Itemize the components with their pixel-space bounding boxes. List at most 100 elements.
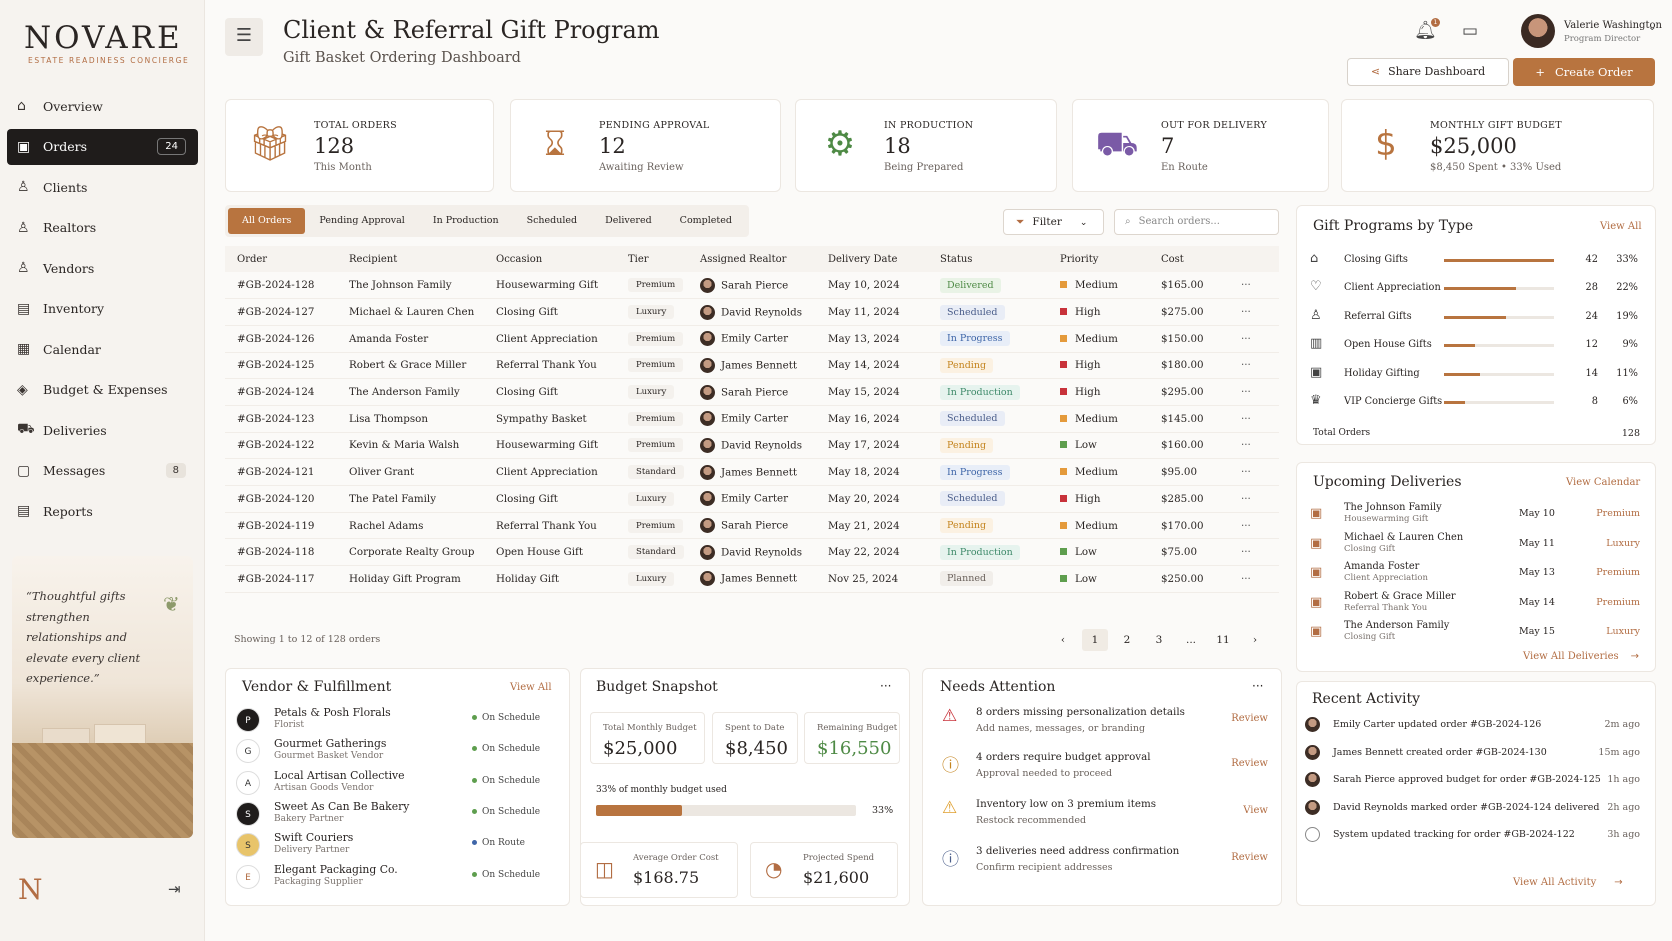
chevron-down-icon[interactable]: ⌄	[1648, 22, 1656, 33]
order-id[interactable]: #GB-2024-120	[225, 485, 337, 513]
create-order-button[interactable]: + Create Order	[1513, 58, 1655, 86]
gift-program-row[interactable]: ♡ Client Appreciation 28 22%	[1310, 279, 1652, 299]
more-icon[interactable]: ···	[1241, 333, 1251, 345]
table-row[interactable]: #GB-2024-125 Robert & Grace Miller Referra…	[225, 352, 1279, 380]
table-row[interactable]: #GB-2024-117 Holiday Gift Program Holiday …	[225, 565, 1279, 593]
prev-page-icon[interactable]: ‹	[1050, 629, 1076, 651]
order-id[interactable]: #GB-2024-117	[225, 565, 337, 593]
order-id[interactable]: #GB-2024-118	[225, 538, 337, 567]
table-row[interactable]: #GB-2024-124 The Anderson Family Closing G…	[225, 378, 1279, 406]
column-header[interactable]: Occasion	[484, 246, 616, 272]
more-icon[interactable]: ···	[1241, 413, 1251, 425]
page-button[interactable]: 3	[1146, 629, 1172, 651]
chat-icon[interactable]: ▭	[1462, 21, 1478, 41]
more-icon[interactable]: ···	[1241, 439, 1251, 451]
gift-program-row[interactable]: ♛ VIP Concierge Gifts 8 6%	[1310, 393, 1652, 413]
table-row[interactable]: #GB-2024-122 Kevin & Maria Walsh Housewarm…	[225, 432, 1279, 460]
order-id[interactable]: #GB-2024-125	[225, 352, 337, 380]
gift-program-row[interactable]: ▥ Open House Gifts 12 9%	[1310, 336, 1652, 356]
sidebar-item-reports[interactable]: ▤ Reports	[7, 493, 198, 529]
avatar[interactable]	[1521, 14, 1555, 48]
sidebar-item-clients[interactable]: ♙ Clients	[7, 169, 198, 205]
more-icon[interactable]: ···	[1241, 493, 1251, 505]
column-header[interactable]: Status	[928, 246, 1048, 272]
tab-pending-approval[interactable]: Pending Approval	[305, 208, 418, 234]
sidebar-item-messages[interactable]: ▢ Messages 8	[7, 453, 198, 489]
tab-in-production[interactable]: In Production	[419, 208, 513, 234]
vendor-item[interactable]: S Sweet As Can Be Bakery Bakery Partner On …	[236, 800, 561, 828]
search-input[interactable]: ⌕ Search orders...	[1114, 209, 1279, 235]
next-page-icon[interactable]: ›	[1242, 629, 1268, 651]
vendor-item[interactable]: P Petals & Posh Florals Florist On Schedule	[236, 706, 561, 734]
menu-icon[interactable]: ☰	[225, 18, 263, 56]
column-header[interactable]: Recipient	[337, 246, 484, 272]
order-id[interactable]: #GB-2024-124	[225, 378, 337, 406]
more-icon[interactable]: ···	[880, 679, 891, 693]
column-header[interactable]: Cost	[1149, 246, 1229, 272]
page-button[interactable]: 11	[1210, 629, 1236, 651]
tab-all-orders[interactable]: All Orders	[228, 208, 306, 234]
logout-icon[interactable]: ⇥	[168, 880, 181, 898]
sidebar-item-vendors[interactable]: ♙ Vendors	[7, 250, 198, 286]
vendor-item[interactable]: G Gourmet Gatherings Gourmet Basket Vendor…	[236, 737, 561, 765]
order-id[interactable]: #GB-2024-128	[225, 272, 337, 300]
sidebar-item-deliveries[interactable]: ⛟ Deliveries	[7, 412, 198, 448]
tab-delivered[interactable]: Delivered	[591, 208, 666, 234]
more-icon[interactable]: ···	[1241, 520, 1251, 532]
attention-action-link[interactable]: Review	[1231, 713, 1268, 724]
vendor-item[interactable]: E Elegant Packaging Co. Packaging Supplier…	[236, 863, 561, 891]
column-header[interactable]: Assigned Realtor	[688, 246, 816, 272]
column-header[interactable]: Tier	[616, 246, 688, 272]
table-row[interactable]: #GB-2024-119 Rachel Adams Referral Thank Y…	[225, 512, 1279, 540]
vendor-view-all[interactable]: View All	[510, 682, 552, 693]
order-id[interactable]: #GB-2024-126	[225, 325, 337, 353]
gift-program-row[interactable]: ▣ Holiday Gifting 14 11%	[1310, 365, 1652, 385]
page-button[interactable]: ...	[1178, 629, 1204, 651]
table-row[interactable]: #GB-2024-123 Lisa Thompson Sympathy Basket…	[225, 405, 1279, 433]
order-id[interactable]: #GB-2024-123	[225, 405, 337, 433]
order-id[interactable]: #GB-2024-122	[225, 432, 337, 460]
delivery-item[interactable]: ▣ Michael & Lauren Chen Closing Gift May 11…	[1310, 532, 1640, 560]
column-header[interactable]: Priority	[1048, 246, 1149, 272]
sidebar-item-budget-expenses[interactable]: ◈ Budget & Expenses	[7, 372, 198, 408]
view-all-activity-link[interactable]: View All Activity →	[1513, 877, 1623, 888]
vendor-item[interactable]: A Local Artisan Collective Artisan Goods V…	[236, 769, 561, 797]
attention-action-link[interactable]: Review	[1231, 758, 1268, 769]
order-id[interactable]: #GB-2024-127	[225, 298, 337, 326]
page-button[interactable]: 1	[1082, 629, 1108, 651]
order-id[interactable]: #GB-2024-119	[225, 512, 337, 540]
table-row[interactable]: #GB-2024-118 Corporate Realty Group Open H…	[225, 538, 1279, 567]
share-dashboard-button[interactable]: ⋖ Share Dashboard	[1347, 58, 1509, 86]
more-icon[interactable]: ···	[1241, 386, 1251, 398]
table-row[interactable]: #GB-2024-126 Amanda Foster Client Apprecia…	[225, 325, 1279, 353]
more-icon[interactable]: ···	[1241, 306, 1251, 318]
delivery-item[interactable]: ▣ The Johnson Family Housewarming Gift May …	[1310, 502, 1640, 530]
gift-program-row[interactable]: ♙ Referral Gifts 24 19%	[1310, 308, 1652, 328]
more-icon[interactable]: ···	[1241, 466, 1251, 478]
more-icon[interactable]: ···	[1241, 279, 1251, 291]
sidebar-item-overview[interactable]: ⌂ Overview	[7, 88, 198, 124]
view-all-deliveries-link[interactable]: View All Deliveries →	[1523, 651, 1639, 662]
vendor-item[interactable]: S Swift Couriers Delivery Partner On Route	[236, 831, 561, 859]
column-header[interactable]: Order	[225, 246, 337, 272]
sidebar-item-realtors[interactable]: ♙ Realtors	[7, 210, 198, 246]
more-icon[interactable]: ···	[1241, 359, 1251, 371]
table-row[interactable]: #GB-2024-121 Oliver Grant Client Appreciat…	[225, 458, 1279, 486]
table-row[interactable]: #GB-2024-127 Michael & Lauren Chen Closing…	[225, 298, 1279, 326]
sidebar-item-orders[interactable]: ▣ Orders 24	[7, 128, 198, 165]
table-row[interactable]: #GB-2024-120 The Patel Family Closing Gift…	[225, 485, 1279, 513]
table-row[interactable]: #GB-2024-128 The Johnson Family Housewarmi…	[225, 272, 1279, 300]
attention-action-link[interactable]: Review	[1231, 852, 1268, 863]
more-icon[interactable]: ···	[1241, 573, 1251, 585]
sidebar-item-calendar[interactable]: ▦ Calendar	[7, 331, 198, 367]
view-calendar-link[interactable]: View Calendar	[1566, 477, 1640, 488]
delivery-item[interactable]: ▣ Amanda Foster Client Appreciation May 13 P…	[1310, 561, 1640, 589]
column-header[interactable]: Delivery Date	[816, 246, 928, 272]
filter-button[interactable]: ⏷ Filter ⌄	[1003, 209, 1104, 235]
delivery-item[interactable]: ▣ The Anderson Family Closing Gift May 15 Lu…	[1310, 620, 1640, 648]
delivery-item[interactable]: ▣ Robert & Grace Miller Referral Thank You…	[1310, 591, 1640, 619]
order-id[interactable]: #GB-2024-121	[225, 458, 337, 486]
more-icon[interactable]: ···	[1252, 679, 1263, 693]
page-button[interactable]: 2	[1114, 629, 1140, 651]
more-icon[interactable]: ···	[1241, 546, 1251, 558]
